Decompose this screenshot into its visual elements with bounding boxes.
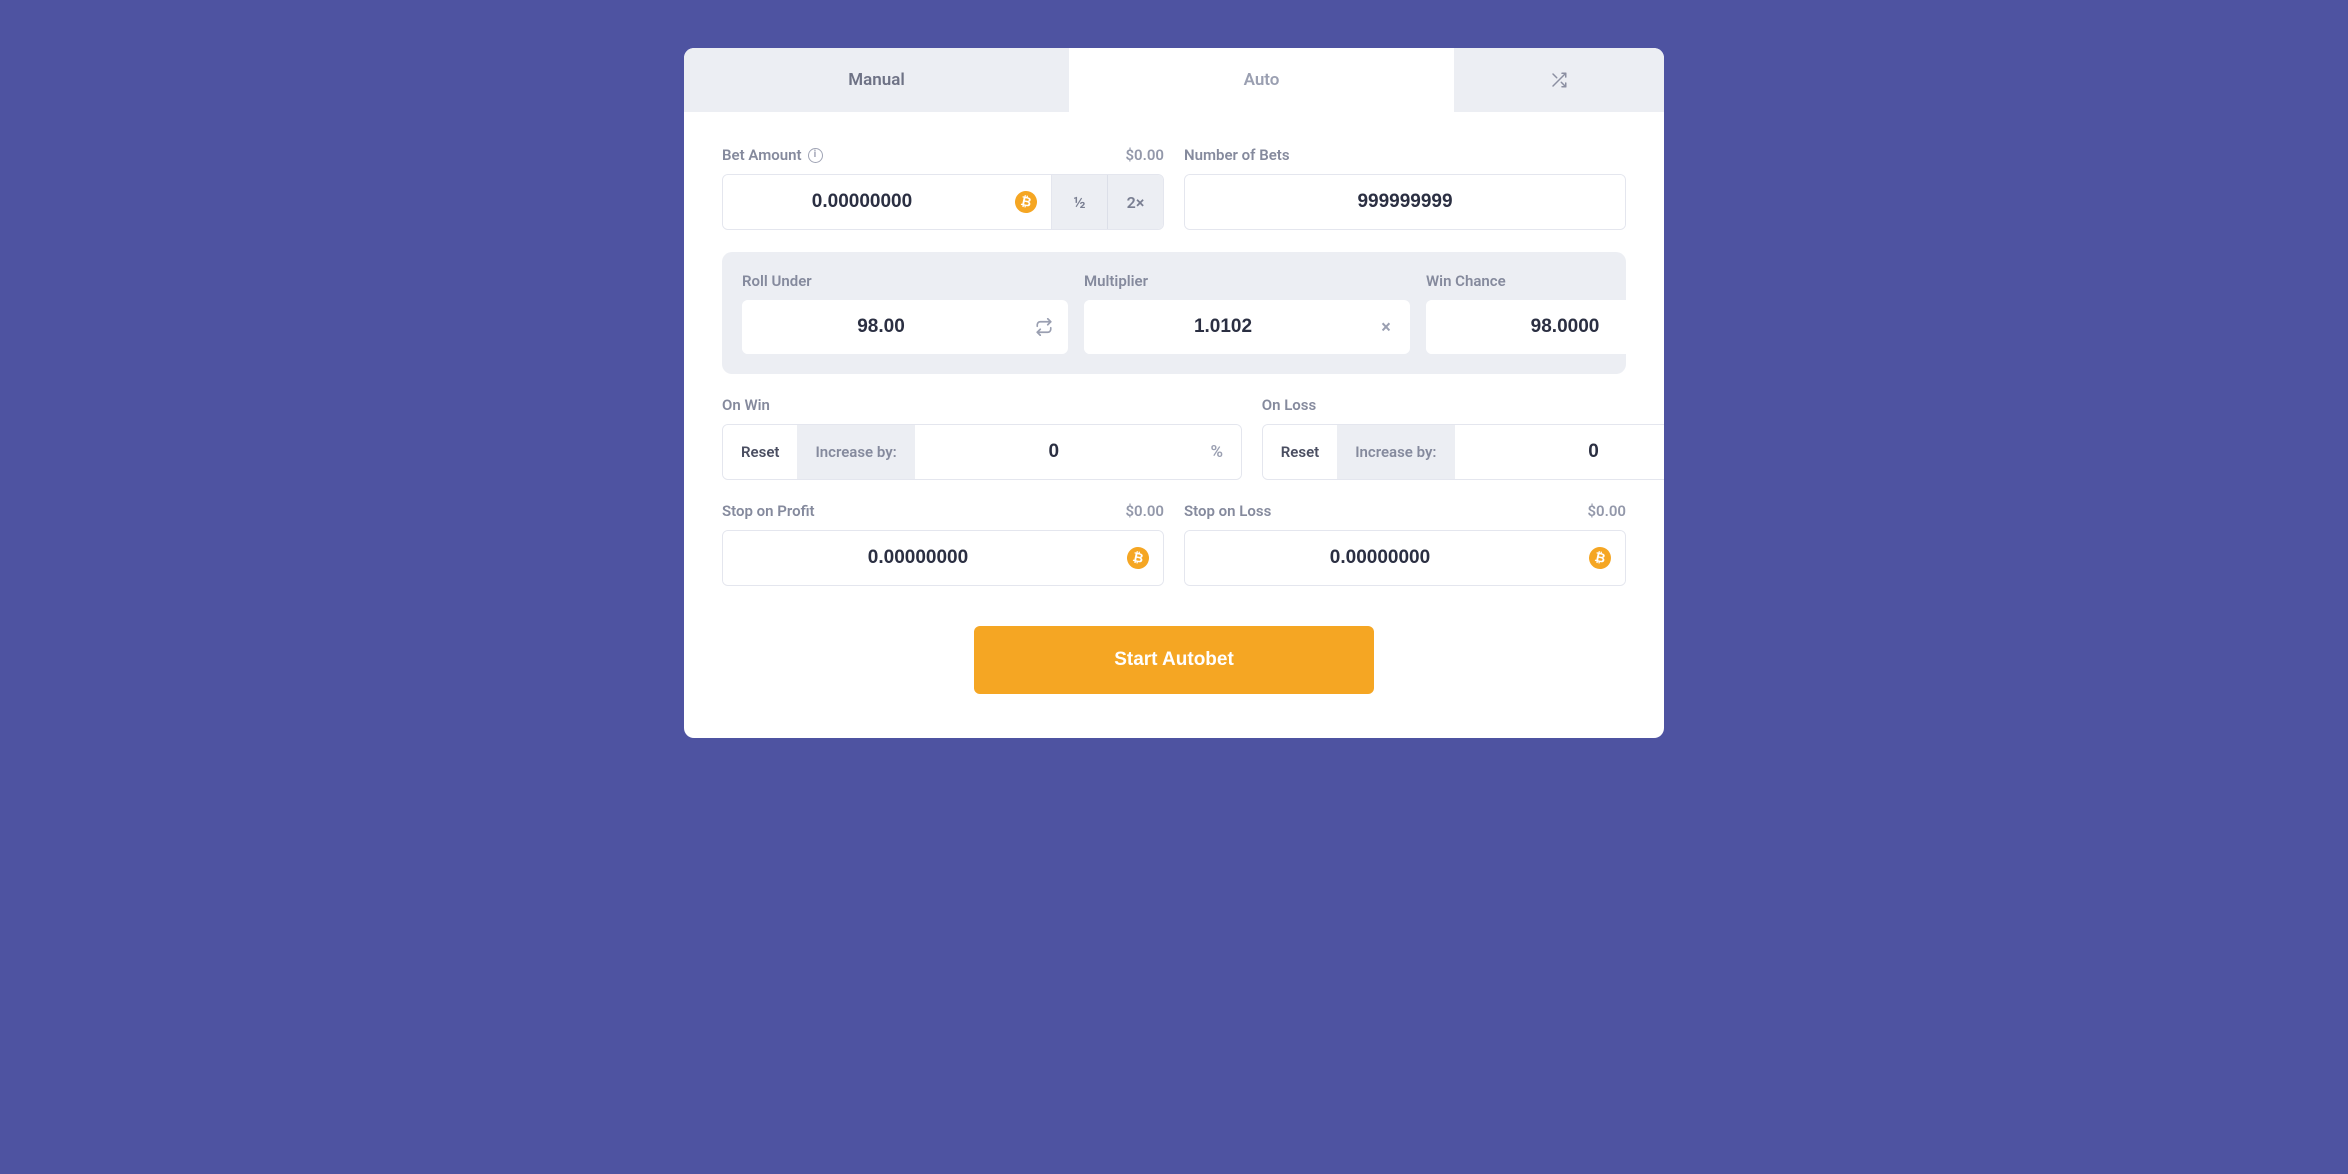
bet-amount-usd: $0.00 (1125, 146, 1164, 164)
num-bets-input[interactable] (1185, 175, 1625, 229)
stop-loss-input[interactable] (1185, 531, 1575, 585)
on-loss-value-input[interactable] (1455, 425, 1665, 479)
stop-loss-usd: $0.00 (1587, 502, 1626, 520)
tab-manual[interactable]: Manual (684, 48, 1069, 112)
double-button[interactable]: 2× (1107, 175, 1163, 229)
on-loss-increase-button[interactable]: Increase by: (1337, 425, 1454, 479)
panel-body: Bet Amount i $0.00 ₿ ½ 2× (684, 112, 1664, 738)
bet-amount-group: ₿ ½ 2× (722, 174, 1164, 230)
half-button[interactable]: ½ (1051, 175, 1107, 229)
multiplier-suffix: × (1362, 300, 1410, 354)
on-loss-reset-button[interactable]: Reset (1263, 425, 1337, 479)
roll-settings: Roll Under Multiplier × Win Chance (722, 252, 1626, 374)
stop-loss-label: Stop on Loss (1184, 502, 1271, 520)
bitcoin-icon: ₿ (1587, 545, 1613, 571)
bet-amount-label: Bet Amount i (722, 146, 823, 164)
tab-auto[interactable]: Auto (1069, 48, 1454, 112)
stop-profit-label: Stop on Profit (722, 502, 815, 520)
bet-amount-input[interactable] (723, 175, 1001, 229)
stop-profit-usd: $0.00 (1125, 502, 1164, 520)
win-chance-input[interactable] (1426, 300, 1664, 354)
autobet-panel: Manual Auto Bet Amount i $0.00 ₿ (684, 48, 1664, 738)
stop-profit-input[interactable] (723, 531, 1113, 585)
shuffle-icon (1550, 71, 1568, 89)
bitcoin-icon: ₿ (1013, 189, 1039, 215)
on-win-value-input[interactable] (915, 425, 1193, 479)
on-loss-group: Reset Increase by: % (1262, 424, 1664, 480)
start-autobet-button[interactable]: Start Autobet (974, 626, 1374, 694)
mode-tabs: Manual Auto (684, 48, 1664, 112)
roll-under-input[interactable] (742, 300, 1020, 354)
on-win-group: Reset Increase by: % (722, 424, 1242, 480)
multiplier-label: Multiplier (1084, 272, 1148, 290)
num-bets-group (1184, 174, 1626, 230)
info-icon[interactable]: i (808, 148, 823, 163)
bitcoin-icon: ₿ (1125, 545, 1151, 571)
on-win-percent: % (1193, 425, 1241, 479)
swap-button[interactable] (1020, 300, 1068, 354)
roll-under-label: Roll Under (742, 272, 812, 290)
bet-amount-currency: ₿ (1001, 175, 1051, 229)
on-win-label: On Win (722, 396, 770, 414)
swap-icon (1035, 318, 1053, 336)
tab-fairness[interactable] (1454, 48, 1664, 112)
on-win-increase-button[interactable]: Increase by: (797, 425, 914, 479)
on-win-reset-button[interactable]: Reset (723, 425, 797, 479)
win-chance-label: Win Chance (1426, 272, 1506, 290)
num-bets-label: Number of Bets (1184, 146, 1290, 164)
multiplier-input[interactable] (1084, 300, 1362, 354)
on-loss-label: On Loss (1262, 396, 1316, 414)
